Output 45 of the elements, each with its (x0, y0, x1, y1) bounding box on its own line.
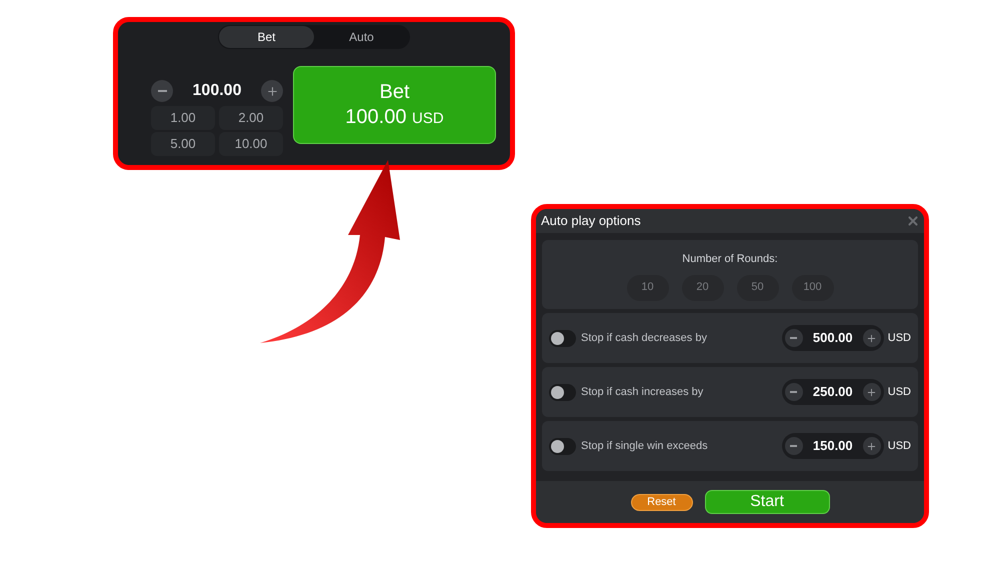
rule-label: Stop if cash decreases by (581, 330, 708, 346)
stop-value: 500.00 (812, 329, 853, 348)
tab[interactable]: Bet (219, 26, 314, 48)
start-button[interactable]: Start (704, 490, 830, 514)
currency-label: USD (888, 330, 911, 346)
decrease-button[interactable] (784, 383, 803, 401)
rule-label: Stop if single win exceeds (581, 438, 709, 454)
quick-amount-button[interactable]: 1.00 (151, 106, 215, 130)
increase-button[interactable] (862, 383, 881, 401)
toggle-switch[interactable] (549, 330, 576, 346)
tab[interactable]: Auto (314, 26, 409, 48)
quick-amount-button[interactable]: 2.00 (219, 106, 283, 130)
increase-button[interactable] (862, 437, 881, 455)
decrease-button[interactable] (784, 329, 803, 347)
minus-icon (790, 445, 798, 447)
rounds-label: Number of Rounds: (682, 252, 778, 267)
currency-label: USD (888, 438, 911, 454)
quick-amount-button[interactable]: 10.00 (219, 132, 283, 156)
plus-icon (866, 332, 878, 344)
reset-button[interactable]: Reset (630, 494, 692, 510)
stop-value: 150.00 (812, 437, 853, 456)
minus-icon (790, 391, 798, 393)
toggle-switch[interactable] (549, 384, 576, 400)
plus-icon (866, 386, 878, 398)
bet-amount: 100.00 (192, 81, 242, 101)
currency-label: USD (888, 384, 911, 400)
round-option[interactable]: 20 (682, 274, 724, 300)
minus-icon (158, 90, 166, 92)
dialog-title: Auto play options (541, 212, 641, 230)
decrease-button[interactable] (151, 80, 173, 102)
bet-button[interactable]: Bet 100.00 USD (293, 66, 496, 144)
round-option[interactable]: 10 (626, 274, 668, 300)
round-option[interactable]: 50 (736, 274, 778, 300)
close-icon[interactable] (906, 214, 920, 228)
increase-button[interactable] (261, 80, 283, 102)
decrease-button[interactable] (784, 437, 803, 455)
rule-label: Stop if cash increases by (581, 384, 704, 400)
stop-value: 250.00 (812, 383, 853, 402)
round-option[interactable]: 100 (792, 274, 834, 300)
quick-amount-button[interactable]: 5.00 (151, 132, 215, 156)
plus-icon (266, 84, 278, 98)
increase-button[interactable] (862, 329, 881, 347)
minus-icon (790, 337, 798, 339)
toggle-switch[interactable] (549, 438, 576, 454)
plus-icon (866, 440, 878, 452)
